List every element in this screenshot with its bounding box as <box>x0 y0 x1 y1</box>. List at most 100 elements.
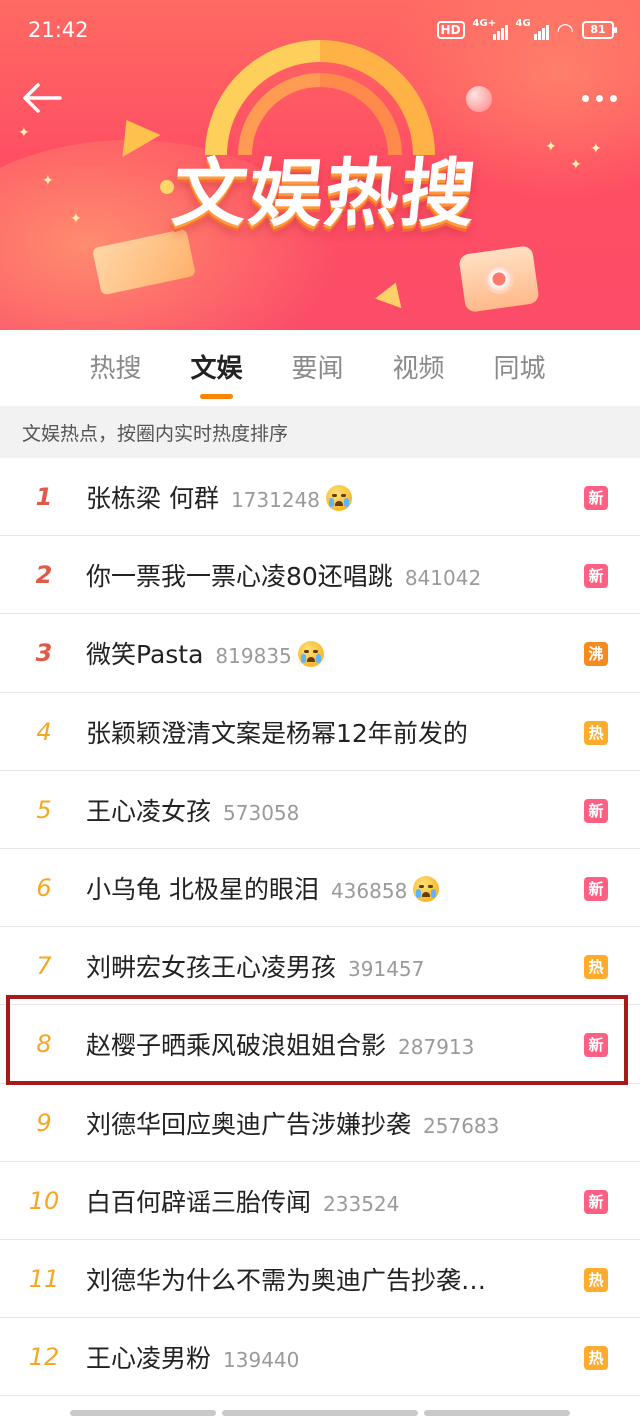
crying-emoji-icon <box>326 485 353 511</box>
tab-3[interactable]: 视频 <box>368 330 469 406</box>
rank-number: 6 <box>36 873 52 902</box>
status-badge: 新 <box>584 1189 608 1214</box>
heat-value: 436858 <box>330 878 408 903</box>
sparkle-icon: ✦ <box>545 139 557 155</box>
list-item[interactable]: 4 张颖颖澄清文案是杨幂12年前发的 热 <box>0 692 640 771</box>
item-title: 刘德华回应奥迪广告涉嫌抄袭 <box>86 1109 412 1139</box>
status-badge: 热 <box>584 1267 608 1292</box>
item-text-line: 刘德华回应奥迪广告涉嫌抄袭 257683 <box>86 1084 560 1162</box>
rank-number: 1 <box>35 483 53 511</box>
item-text-line: 王心凌女孩 573058 <box>86 771 560 849</box>
rank-number: 2 <box>35 561 53 590</box>
status-badge: 新 <box>584 486 608 510</box>
list-description: 文娱热点，按圈内实时热度排序 <box>0 406 640 458</box>
tab-label: 热搜 <box>89 354 142 384</box>
item-title: 张栋梁 何群 <box>86 484 219 513</box>
list-item[interactable]: 10 白百何辟谣三胎传闻 233524 新 <box>0 1161 640 1240</box>
tab-bar: 热搜 文娱 要闻 视频 同城 <box>0 330 640 406</box>
status-badge: 新 <box>584 798 608 823</box>
tab-0[interactable]: 热搜 <box>65 330 166 406</box>
tab-2[interactable]: 要闻 <box>267 330 368 406</box>
status-badge: 热 <box>584 1346 608 1371</box>
back-arrow-icon <box>23 83 62 113</box>
status-badge: 沸 <box>584 642 608 667</box>
list-item[interactable]: 12 王心凌男粉 139440 热 <box>0 1318 640 1397</box>
heat-value: 391457 <box>348 957 425 982</box>
crying-emoji-icon <box>297 641 324 668</box>
heat-value: 233524 <box>323 1191 400 1216</box>
status-badge: 热 <box>584 955 608 980</box>
rank-number: 9 <box>36 1108 52 1137</box>
more-dots-icon <box>581 94 589 102</box>
status-time: 21:42 <box>28 18 89 42</box>
bottom-scroll-indicator <box>0 1396 640 1422</box>
item-text-line: 白百何辟谣三胎传闻 233524 <box>86 1162 560 1240</box>
heat-value: 139440 <box>223 1348 300 1373</box>
signal-icon: 4G+ <box>473 18 508 40</box>
item-text-line: 张颖颖澄清文案是杨幂12年前发的 <box>86 693 560 771</box>
item-title: 王心凌男粉 <box>86 1344 212 1374</box>
item-text-line: 刘德华为什么不需为奥迪广告抄袭… <box>86 1240 560 1318</box>
item-title: 赵樱子晒乘风破浪姐姐合影 <box>86 1031 387 1061</box>
item-title: 白百何辟谣三胎传闻 <box>86 1187 312 1217</box>
item-text-line: 王心凌男粉 139440 <box>86 1318 560 1396</box>
item-text-line: 小乌龟 北极星的眼泪 436858 <box>86 849 560 927</box>
tab-label: 要闻 <box>291 354 344 384</box>
list-item[interactable]: 8 赵樱子晒乘风破浪姐姐合影 287913 新 <box>0 1005 640 1084</box>
list-item[interactable]: 2 你一票我一票心凌80还唱跳 841042 新 <box>0 536 640 615</box>
item-text-line: 微笑Pasta 819835 <box>86 614 560 692</box>
hd-icon: HD <box>436 21 465 39</box>
camera-icon <box>458 245 540 313</box>
item-title: 刘畊宏女孩王心凌男孩 <box>86 953 337 983</box>
rank-number: 4 <box>36 717 52 746</box>
heat-value: 841042 <box>404 566 482 591</box>
sparkle-icon: ✦ <box>18 125 30 141</box>
tab-label: 文娱 <box>190 354 243 384</box>
status-bar: 21:42 HD 4G+ 4G ◠ 81 <box>0 0 640 60</box>
more-button[interactable] <box>576 84 622 112</box>
list-item[interactable]: 6 小乌龟 北极星的眼泪 436858 新 <box>0 848 640 928</box>
wifi-icon: ◠ <box>556 18 574 42</box>
list-item[interactable]: 7 刘畊宏女孩王心凌男孩 391457 热 <box>0 927 640 1006</box>
item-title: 王心凌女孩 <box>86 796 212 826</box>
rank-number: 5 <box>36 795 52 824</box>
sparkle-icon: ✦ <box>590 141 602 157</box>
rank-number: 12 <box>28 1343 60 1372</box>
sparkle-icon: ✦ <box>570 157 582 173</box>
item-title: 小乌龟 北极星的眼泪 <box>86 874 319 904</box>
trending-list: 1 张栋梁 何群 1731248 新 2 你一票我一票心凌80还唱跳 841042 新 3 微笑P… <box>0 458 640 1397</box>
sparkle-icon: ✦ <box>70 211 82 227</box>
tab-label: 视频 <box>392 354 445 384</box>
crying-emoji-icon <box>413 875 440 902</box>
item-title: 微笑Pasta <box>86 640 204 670</box>
heat-value: 573058 <box>223 800 300 825</box>
list-item[interactable]: 5 王心凌女孩 573058 新 <box>0 770 640 849</box>
tab-label: 同城 <box>493 354 546 384</box>
item-title: 张颖颖澄清文案是杨幂12年前发的 <box>86 718 468 748</box>
heat-value: 819835 <box>215 644 292 669</box>
list-item[interactable]: 11 刘德华为什么不需为奥迪广告抄袭… 热 <box>0 1239 640 1319</box>
item-text-line: 赵樱子晒乘风破浪姐姐合影 287913 <box>86 1005 560 1083</box>
back-button[interactable] <box>20 78 64 118</box>
heat-value: 257683 <box>423 1113 500 1138</box>
banner-orb <box>466 86 492 112</box>
tab-1[interactable]: 文娱 <box>166 330 267 406</box>
signal-icon: 4G <box>516 18 549 40</box>
sparkle-icon: ✦ <box>42 173 54 189</box>
list-item[interactable]: 3 微笑Pasta 819835 沸 <box>0 614 640 693</box>
status-badge: 热 <box>584 720 608 745</box>
list-item[interactable]: 1 张栋梁 何群 1731248 新 <box>0 458 640 537</box>
banner: ✦ ✦ ✦ ✦ ✦ ✦ 文娱热搜 21:42 HD 4G+ 4G ◠ 81 <box>0 0 640 330</box>
rank-number: 10 <box>28 1186 60 1215</box>
item-title: 你一票我一票心凌80还唱跳 <box>86 562 393 592</box>
banner-triangle <box>375 277 409 309</box>
list-item[interactable]: 9 刘德华回应奥迪广告涉嫌抄袭 257683 <box>0 1083 640 1162</box>
status-badge: 新 <box>584 876 608 901</box>
item-text-line: 刘畊宏女孩王心凌男孩 391457 <box>86 927 560 1005</box>
battery-icon: 81 <box>582 21 617 39</box>
item-text-line: 张栋梁 何群 1731248 <box>86 458 560 536</box>
status-badge: 新 <box>584 564 608 589</box>
item-title: 刘德华为什么不需为奥迪广告抄袭… <box>86 1265 487 1295</box>
banner-title: 文娱热搜 <box>168 151 482 237</box>
tab-4[interactable]: 同城 <box>469 330 570 406</box>
